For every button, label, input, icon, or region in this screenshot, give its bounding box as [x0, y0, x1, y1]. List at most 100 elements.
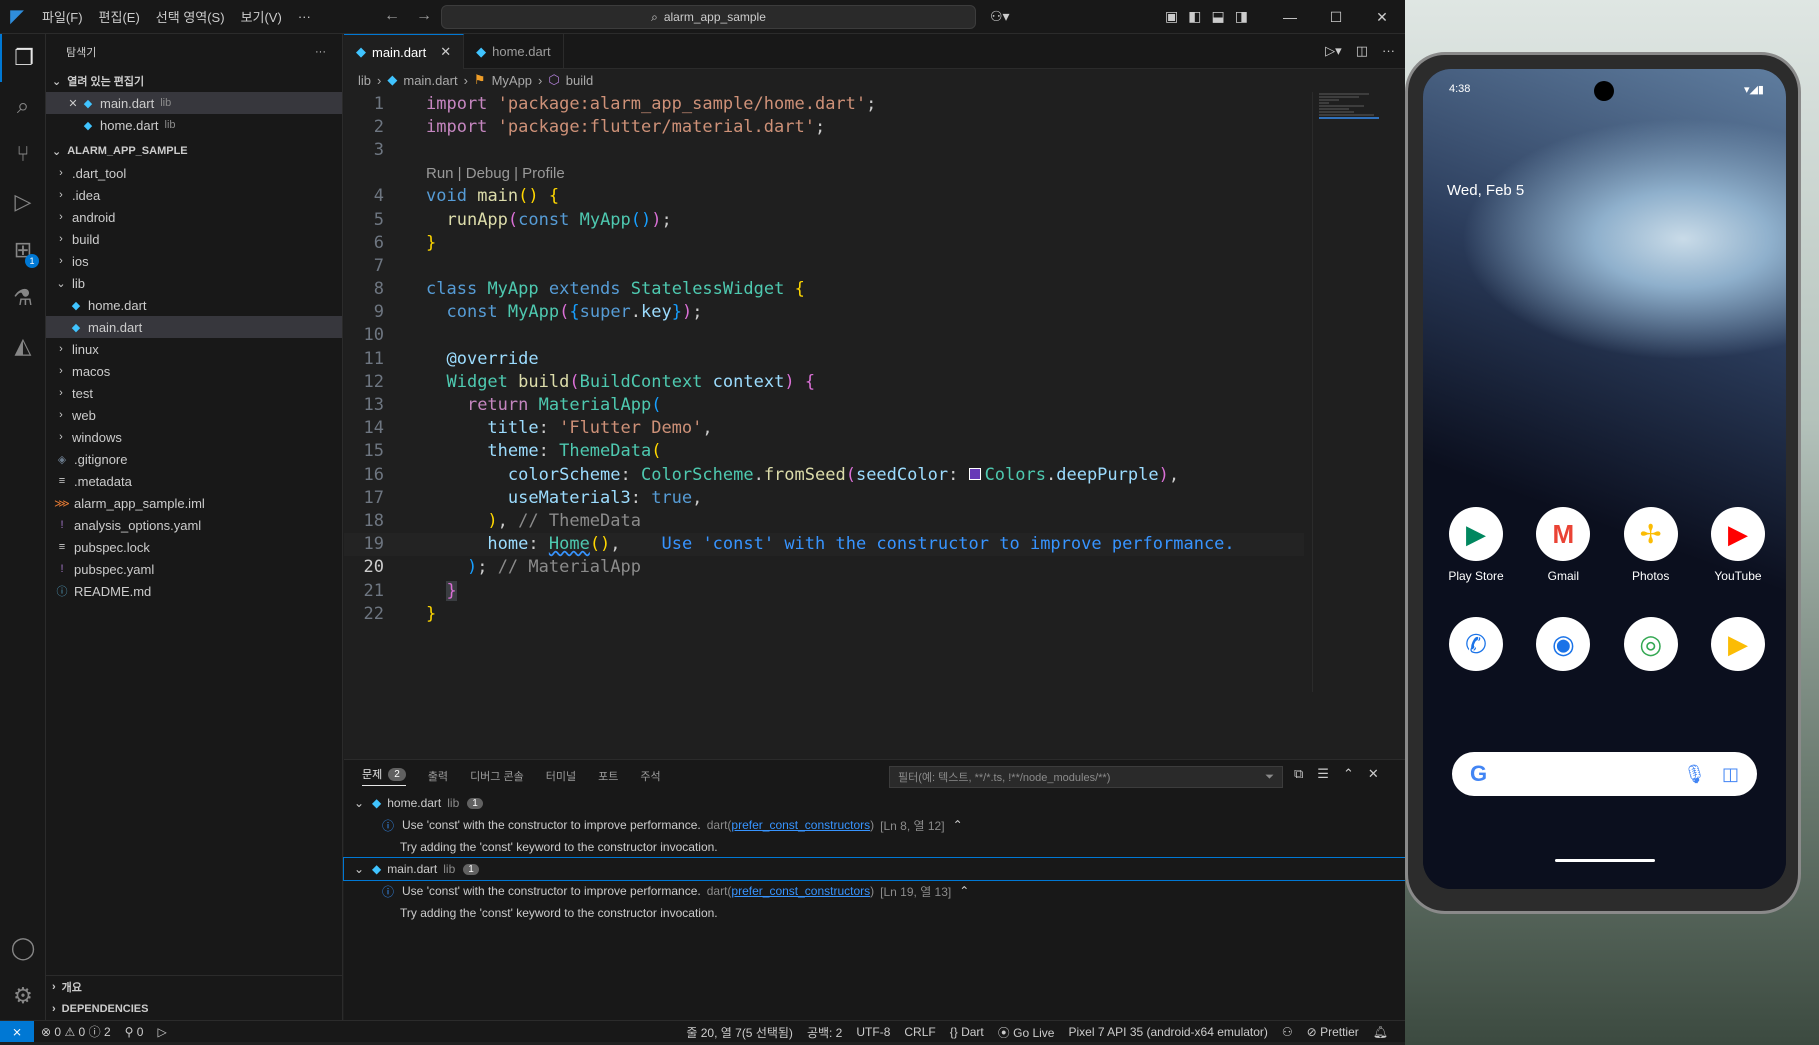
- open-editor-home-dart[interactable]: ◆ home.dart lib: [46, 114, 342, 136]
- remote-indicator-icon[interactable]: ⨯: [0, 1020, 34, 1043]
- color-swatch[interactable]: [968, 467, 981, 480]
- indentation[interactable]: 공백: 2: [800, 1024, 849, 1041]
- toggle-sidebar-icon[interactable]: ◧: [1188, 8, 1201, 25]
- problem-rule-link[interactable]: prefer_const_constructors: [731, 818, 870, 832]
- breadcrumb-item[interactable]: main.dart: [403, 73, 457, 88]
- app-play-store-beta[interactable]: ▶: [1699, 617, 1777, 671]
- tree-folder[interactable]: › windows: [46, 426, 342, 448]
- minimize-icon[interactable]: —: [1267, 0, 1313, 34]
- command-center-search[interactable]: ⌕ alarm_app_sample: [441, 5, 976, 29]
- maximize-icon[interactable]: ☐: [1313, 0, 1359, 34]
- open-editors-header[interactable]: ⌄ 열려 있는 편집기: [46, 70, 342, 92]
- tab-main-dart[interactable]: ◆ main.dart ✕: [344, 34, 465, 69]
- app-phone[interactable]: ✆: [1437, 617, 1515, 671]
- account-icon[interactable]: ◯: [0, 924, 46, 972]
- project-header[interactable]: ⌄ ALARM_APP_SAMPLE: [46, 140, 342, 162]
- minimap[interactable]: [1312, 92, 1392, 692]
- close-icon[interactable]: ✕: [1359, 0, 1405, 34]
- device-selector[interactable]: Pixel 7 API 35 (android-x64 emulator): [1061, 1025, 1274, 1039]
- tree-file[interactable]: ◈ .gitignore: [46, 448, 342, 470]
- extensions-icon[interactable]: ⊞ 1: [0, 226, 46, 274]
- open-editor-main-dart[interactable]: ✕ ◆ main.dart lib: [46, 92, 342, 114]
- chevron-up-icon[interactable]: ⌃: [953, 818, 963, 832]
- view-as-list-icon[interactable]: ☰: [1317, 766, 1329, 782]
- menu-selection[interactable]: 선택 영역(S): [148, 7, 233, 26]
- copilot-status-icon[interactable]: ⚇: [1275, 1025, 1300, 1039]
- go-live-button[interactable]: ⦿ Go Live: [991, 1024, 1062, 1041]
- tab-output[interactable]: 출력: [428, 768, 448, 784]
- tree-folder[interactable]: › web: [46, 404, 342, 426]
- toggle-secondary-sidebar-icon[interactable]: ◨: [1235, 8, 1248, 25]
- testing-icon[interactable]: ⚗: [0, 274, 46, 322]
- cursor-position[interactable]: 줄 20, 열 7(5 선택됨): [679, 1024, 800, 1041]
- breadcrumb-item[interactable]: build: [566, 73, 593, 88]
- notifications-bell-icon[interactable]: 🔔︎: [1366, 1025, 1395, 1039]
- search-icon[interactable]: ⌕: [0, 82, 46, 130]
- tab-problems[interactable]: 문제 2: [362, 766, 406, 786]
- app-chrome[interactable]: ◎: [1612, 617, 1690, 671]
- code-editor[interactable]: 1 import 'package:alarm_app_sample/home.d…: [344, 92, 1304, 625]
- explorer-icon[interactable]: ❐: [0, 34, 46, 82]
- tree-folder[interactable]: › .idea: [46, 184, 342, 206]
- ports-status[interactable]: ⚲ 0: [118, 1025, 151, 1039]
- tree-folder[interactable]: › test: [46, 382, 342, 404]
- arrow-left-icon[interactable]: ←: [384, 7, 400, 25]
- google-lens-icon[interactable]: ◫: [1722, 764, 1739, 785]
- prettier-status[interactable]: ⊘ Prettier: [1300, 1025, 1366, 1039]
- tree-folder[interactable]: › android: [46, 206, 342, 228]
- tab-ports[interactable]: 포트: [598, 768, 618, 784]
- maximize-panel-icon[interactable]: ⌃: [1343, 766, 1354, 782]
- more-actions-icon[interactable]: ···: [1382, 43, 1395, 59]
- menu-view[interactable]: 보기(V): [233, 7, 290, 26]
- problem-row[interactable]: ⓘ Use 'const' with the constructor to im…: [344, 814, 1405, 836]
- breadcrumb-item[interactable]: lib: [358, 73, 371, 88]
- app-youtube[interactable]: ▶ YouTube: [1699, 507, 1777, 583]
- problem-file-row[interactable]: ⌄ ◆ home.dart lib 1: [344, 792, 1405, 814]
- problem-file-row[interactable]: ⌄ ◆ main.dart lib 1: [343, 857, 1406, 881]
- explorer-more-icon[interactable]: ···: [315, 46, 326, 58]
- tree-folder[interactable]: › ios: [46, 250, 342, 272]
- tree-folder[interactable]: › linux: [46, 338, 342, 360]
- google-search-bar[interactable]: G 🎙︎ ◫: [1452, 752, 1757, 796]
- split-editor-icon[interactable]: ◫: [1356, 43, 1368, 59]
- copilot-icon[interactable]: ⚇▾: [990, 8, 1010, 25]
- home-date[interactable]: Wed, Feb 5: [1447, 182, 1524, 199]
- flutter-icon[interactable]: ◭: [0, 322, 46, 370]
- customize-layout-icon[interactable]: ▣: [1165, 8, 1178, 25]
- close-panel-icon[interactable]: ✕: [1368, 766, 1379, 782]
- tree-folder[interactable]: ⌄ lib: [46, 272, 342, 294]
- microphone-icon[interactable]: 🎙︎: [1683, 764, 1706, 785]
- tab-terminal[interactable]: 터미널: [546, 768, 576, 784]
- app-play-store[interactable]: ▶ Play Store: [1437, 507, 1515, 583]
- chevron-up-icon[interactable]: ⌃: [959, 884, 969, 898]
- app-gmail[interactable]: M Gmail: [1524, 507, 1602, 583]
- source-control-icon[interactable]: ⑂: [0, 130, 46, 178]
- problems-filter-input[interactable]: 필터(예: 텍스트, **/*.ts, !**/node_modules/**)…: [889, 766, 1283, 788]
- arrow-right-icon[interactable]: →: [416, 7, 432, 25]
- encoding[interactable]: UTF-8: [849, 1025, 897, 1039]
- close-icon[interactable]: ✕: [66, 97, 80, 110]
- outline-header[interactable]: › 개요: [46, 976, 343, 998]
- problem-row[interactable]: ⓘ Use 'const' with the constructor to im…: [344, 880, 1405, 902]
- tab-comments[interactable]: 주석: [640, 768, 660, 784]
- gesture-nav-handle[interactable]: [1555, 859, 1655, 862]
- phone-screen[interactable]: 4:38 ▾◢▮ Wed, Feb 5 ▶ Play Store M Gmail…: [1423, 69, 1786, 889]
- dependencies-header[interactable]: › DEPENDENCIES: [46, 998, 343, 1020]
- codelens-run-debug-profile[interactable]: Run | Debug | Profile: [344, 162, 1304, 185]
- run-debug-icon[interactable]: ▷: [0, 178, 46, 226]
- tree-file[interactable]: ⓘ README.md: [46, 580, 342, 602]
- menu-edit[interactable]: 편집(E): [91, 7, 148, 26]
- problem-rule-link[interactable]: prefer_const_constructors: [731, 884, 870, 898]
- filter-icon[interactable]: ⏷: [1265, 771, 1274, 784]
- debug-icon[interactable]: ▷: [150, 1025, 173, 1039]
- tree-file[interactable]: ! analysis_options.yaml: [46, 514, 342, 536]
- app-photos[interactable]: ✢ Photos: [1612, 507, 1690, 583]
- menu-more[interactable]: ···: [290, 9, 319, 24]
- tree-folder[interactable]: › macos: [46, 360, 342, 382]
- tab-home-dart[interactable]: ◆ home.dart: [464, 34, 564, 69]
- tree-folder[interactable]: › .dart_tool: [46, 162, 342, 184]
- problems-status[interactable]: ⊗ 0 ⚠ 0 ⓘ 2: [34, 1023, 118, 1040]
- close-icon[interactable]: ✕: [440, 44, 451, 60]
- menu-file[interactable]: 파일(F): [34, 7, 91, 26]
- tree-file[interactable]: ◆ home.dart: [46, 294, 342, 316]
